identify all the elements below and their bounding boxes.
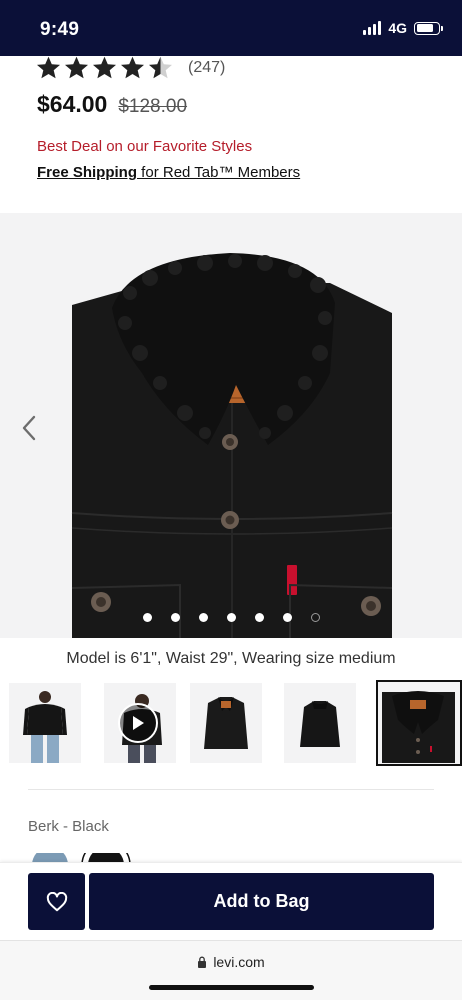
- sticky-action-bar: Add to Bag: [0, 862, 462, 940]
- signal-icon: [363, 21, 382, 35]
- thumbnail-jacket-front[interactable]: [190, 683, 262, 763]
- star-icon: [149, 56, 172, 78]
- status-bar: 9:49 4G: [0, 0, 462, 56]
- review-count[interactable]: (247): [188, 59, 225, 77]
- previous-image-button[interactable]: [14, 412, 44, 444]
- price-row: $64.00 $128.00: [37, 91, 187, 118]
- star-icon: [93, 56, 116, 78]
- free-shipping-label[interactable]: Free Shipping: [37, 164, 137, 181]
- heart-outline-icon: [46, 891, 67, 911]
- play-icon[interactable]: [118, 703, 158, 743]
- thumbnail-jacket-back[interactable]: [284, 683, 356, 763]
- star-rating: [35, 56, 174, 80]
- gallery-dot[interactable]: [226, 613, 236, 622]
- lock-icon: [198, 956, 207, 968]
- browser-address-bar[interactable]: levi.com: [0, 940, 462, 1000]
- jacket-product-image: [71, 253, 393, 638]
- url-display[interactable]: levi.com: [0, 954, 462, 970]
- selected-color-label: Berk - Black: [28, 818, 109, 835]
- product-rating[interactable]: (247): [35, 56, 335, 80]
- star-icon: [65, 56, 88, 78]
- gallery-dot[interactable]: [254, 613, 264, 622]
- home-indicator[interactable]: [149, 985, 314, 990]
- gallery-pagination[interactable]: [0, 613, 462, 622]
- original-price: $128.00: [118, 96, 188, 117]
- network-type: 4G: [388, 20, 407, 36]
- gallery-dot[interactable]: [170, 613, 180, 622]
- gallery-dot[interactable]: [282, 613, 292, 622]
- star-icon: [37, 56, 60, 78]
- thumbnail-video[interactable]: [104, 683, 176, 763]
- chevron-left-icon: [22, 415, 36, 441]
- url-text: levi.com: [213, 954, 265, 970]
- wishlist-button[interactable]: [28, 873, 85, 930]
- deal-message: Best Deal on our Favorite Styles: [37, 138, 253, 155]
- sale-price: $64.00: [37, 91, 108, 117]
- thumbnail-jacket-detail[interactable]: [376, 680, 462, 766]
- thumbnail-strip[interactable]: [0, 680, 462, 766]
- gallery-dot[interactable]: [310, 613, 320, 622]
- product-image-gallery[interactable]: [0, 213, 462, 638]
- status-time: 9:49: [40, 19, 80, 40]
- section-divider: [28, 789, 434, 790]
- thumbnail-model-back[interactable]: [9, 683, 81, 763]
- gallery-dot[interactable]: [142, 613, 152, 622]
- model-info: Model is 6'1", Waist 29", Wearing size m…: [66, 650, 396, 667]
- battery-icon: [414, 21, 443, 35]
- status-indicators: 4G: [363, 20, 443, 36]
- free-shipping-link[interactable]: Free Shipping for Red Tab™ Members: [37, 164, 300, 181]
- star-icon: [121, 56, 144, 78]
- free-shipping-detail[interactable]: for Red Tab™ Members: [137, 164, 300, 181]
- gallery-dot[interactable]: [198, 613, 208, 622]
- add-to-bag-button[interactable]: Add to Bag: [89, 873, 434, 930]
